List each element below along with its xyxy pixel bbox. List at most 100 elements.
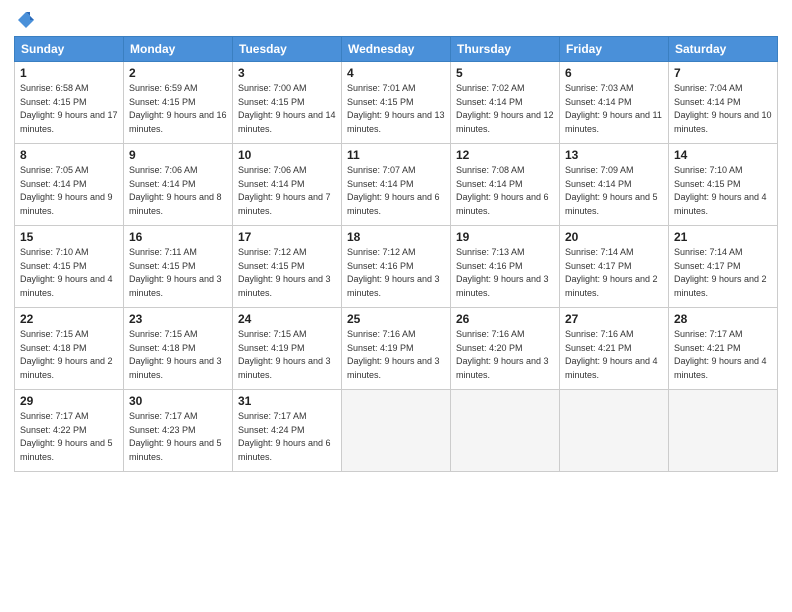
calendar-cell — [560, 390, 669, 472]
day-info: Sunrise: 7:06 AMSunset: 4:14 PMDaylight:… — [238, 164, 336, 218]
day-header-sunday: Sunday — [15, 37, 124, 62]
calendar-cell: 23 Sunrise: 7:15 AMSunset: 4:18 PMDayligh… — [124, 308, 233, 390]
day-number: 14 — [674, 148, 772, 162]
day-number: 4 — [347, 66, 445, 80]
calendar-cell: 1Sunrise: 6:58 AMSunset: 4:15 PMDaylight… — [15, 62, 124, 144]
day-info: Sunrise: 7:17 AMSunset: 4:21 PMDaylight:… — [674, 328, 772, 382]
day-header-saturday: Saturday — [669, 37, 778, 62]
day-number: 19 — [456, 230, 554, 244]
day-info: Sunrise: 7:04 AMSunset: 4:14 PMDaylight:… — [674, 82, 772, 136]
day-info: Sunrise: 7:15 AMSunset: 4:19 PMDaylight:… — [238, 328, 336, 382]
calendar-header-row: SundayMondayTuesdayWednesdayThursdayFrid… — [15, 37, 778, 62]
calendar-cell: 22Sunrise: 7:15 AMSunset: 4:18 PMDayligh… — [15, 308, 124, 390]
day-info: Sunrise: 7:17 AMSunset: 4:24 PMDaylight:… — [238, 410, 336, 464]
day-header-friday: Friday — [560, 37, 669, 62]
day-header-wednesday: Wednesday — [342, 37, 451, 62]
day-number: 7 — [674, 66, 772, 80]
calendar-cell: 6 Sunrise: 7:03 AMSunset: 4:14 PMDaylight… — [560, 62, 669, 144]
day-info: Sunrise: 7:06 AMSunset: 4:14 PMDaylight:… — [129, 164, 227, 218]
calendar-cell: 5 Sunrise: 7:02 AMSunset: 4:14 PMDaylight… — [451, 62, 560, 144]
calendar-cell: 3 Sunrise: 7:00 AMSunset: 4:15 PMDaylight… — [233, 62, 342, 144]
day-info: Sunrise: 7:07 AMSunset: 4:14 PMDaylight:… — [347, 164, 445, 218]
day-info: Sunrise: 7:02 AMSunset: 4:14 PMDaylight:… — [456, 82, 554, 136]
day-info: Sunrise: 7:14 AMSunset: 4:17 PMDaylight:… — [674, 246, 772, 300]
calendar-cell: 7 Sunrise: 7:04 AMSunset: 4:14 PMDaylight… — [669, 62, 778, 144]
day-info: Sunrise: 7:16 AMSunset: 4:20 PMDaylight:… — [456, 328, 554, 382]
calendar-cell: 8 Sunrise: 7:05 AMSunset: 4:14 PMDaylight… — [15, 144, 124, 226]
day-info: Sunrise: 7:11 AMSunset: 4:15 PMDaylight:… — [129, 246, 227, 300]
day-number: 27 — [565, 312, 663, 326]
calendar-cell: 30 Sunrise: 7:17 AMSunset: 4:23 PMDayligh… — [124, 390, 233, 472]
day-info: Sunrise: 7:03 AMSunset: 4:14 PMDaylight:… — [565, 82, 663, 136]
day-info: Sunrise: 7:17 AMSunset: 4:23 PMDaylight:… — [129, 410, 227, 464]
calendar-cell: 26 Sunrise: 7:16 AMSunset: 4:20 PMDayligh… — [451, 308, 560, 390]
logo — [14, 10, 36, 30]
calendar-cell: 29 Sunrise: 7:17 AMSunset: 4:22 PMDayligh… — [15, 390, 124, 472]
day-info: Sunrise: 7:12 AMSunset: 4:15 PMDaylight:… — [238, 246, 336, 300]
calendar-table: SundayMondayTuesdayWednesdayThursdayFrid… — [14, 36, 778, 472]
day-info: Sunrise: 7:00 AMSunset: 4:15 PMDaylight:… — [238, 82, 336, 136]
calendar-cell: 31 Sunrise: 7:17 AMSunset: 4:24 PMDayligh… — [233, 390, 342, 472]
day-number: 13 — [565, 148, 663, 162]
day-info: Sunrise: 7:15 AMSunset: 4:18 PMDaylight:… — [129, 328, 227, 382]
day-number: 3 — [238, 66, 336, 80]
calendar-cell: 10 Sunrise: 7:06 AMSunset: 4:14 PMDayligh… — [233, 144, 342, 226]
day-number: 23 — [129, 312, 227, 326]
day-info: Sunrise: 7:05 AMSunset: 4:14 PMDaylight:… — [20, 164, 118, 218]
calendar-week-5: 29 Sunrise: 7:17 AMSunset: 4:22 PMDayligh… — [15, 390, 778, 472]
day-number: 30 — [129, 394, 227, 408]
day-info: Sunrise: 7:10 AMSunset: 4:15 PMDaylight:… — [674, 164, 772, 218]
day-number: 29 — [20, 394, 118, 408]
day-number: 28 — [674, 312, 772, 326]
calendar-cell — [669, 390, 778, 472]
page-header — [14, 10, 778, 30]
calendar-cell: 19 Sunrise: 7:13 AMSunset: 4:16 PMDayligh… — [451, 226, 560, 308]
calendar-cell: 28 Sunrise: 7:17 AMSunset: 4:21 PMDayligh… — [669, 308, 778, 390]
day-info: Sunrise: 7:17 AMSunset: 4:22 PMDaylight:… — [20, 410, 118, 464]
day-number: 9 — [129, 148, 227, 162]
calendar-cell: 24Sunrise: 7:15 AMSunset: 4:19 PMDayligh… — [233, 308, 342, 390]
calendar-cell: 20Sunrise: 7:14 AMSunset: 4:17 PMDayligh… — [560, 226, 669, 308]
calendar-cell: 18Sunrise: 7:12 AMSunset: 4:16 PMDayligh… — [342, 226, 451, 308]
day-number: 16 — [129, 230, 227, 244]
calendar-cell: 13 Sunrise: 7:09 AMSunset: 4:14 PMDayligh… — [560, 144, 669, 226]
day-info: Sunrise: 7:08 AMSunset: 4:14 PMDaylight:… — [456, 164, 554, 218]
calendar-cell: 25Sunrise: 7:16 AMSunset: 4:19 PMDayligh… — [342, 308, 451, 390]
day-number: 17 — [238, 230, 336, 244]
day-number: 22 — [20, 312, 118, 326]
calendar-cell: 17 Sunrise: 7:12 AMSunset: 4:15 PMDayligh… — [233, 226, 342, 308]
day-number: 31 — [238, 394, 336, 408]
day-info: Sunrise: 7:10 AMSunset: 4:15 PMDaylight:… — [20, 246, 118, 300]
day-number: 6 — [565, 66, 663, 80]
day-number: 5 — [456, 66, 554, 80]
day-number: 20 — [565, 230, 663, 244]
day-number: 2 — [129, 66, 227, 80]
calendar-cell — [451, 390, 560, 472]
calendar-cell: 14 Sunrise: 7:10 AMSunset: 4:15 PMDayligh… — [669, 144, 778, 226]
logo-icon — [16, 10, 36, 30]
day-info: Sunrise: 7:13 AMSunset: 4:16 PMDaylight:… — [456, 246, 554, 300]
day-number: 18 — [347, 230, 445, 244]
day-header-thursday: Thursday — [451, 37, 560, 62]
calendar-cell: 2Sunrise: 6:59 AMSunset: 4:15 PMDaylight… — [124, 62, 233, 144]
day-info: Sunrise: 7:09 AMSunset: 4:14 PMDaylight:… — [565, 164, 663, 218]
calendar-cell: 27 Sunrise: 7:16 AMSunset: 4:21 PMDayligh… — [560, 308, 669, 390]
calendar-cell: 21 Sunrise: 7:14 AMSunset: 4:17 PMDayligh… — [669, 226, 778, 308]
day-header-tuesday: Tuesday — [233, 37, 342, 62]
day-number: 8 — [20, 148, 118, 162]
calendar-cell: 16 Sunrise: 7:11 AMSunset: 4:15 PMDayligh… — [124, 226, 233, 308]
day-info: Sunrise: 7:16 AMSunset: 4:21 PMDaylight:… — [565, 328, 663, 382]
day-number: 11 — [347, 148, 445, 162]
calendar-week-1: 1Sunrise: 6:58 AMSunset: 4:15 PMDaylight… — [15, 62, 778, 144]
calendar-week-2: 8 Sunrise: 7:05 AMSunset: 4:14 PMDaylight… — [15, 144, 778, 226]
day-number: 21 — [674, 230, 772, 244]
day-header-monday: Monday — [124, 37, 233, 62]
day-number: 26 — [456, 312, 554, 326]
calendar-cell: 11 Sunrise: 7:07 AMSunset: 4:14 PMDayligh… — [342, 144, 451, 226]
day-number: 10 — [238, 148, 336, 162]
calendar-cell: 15Sunrise: 7:10 AMSunset: 4:15 PMDayligh… — [15, 226, 124, 308]
day-info: Sunrise: 7:16 AMSunset: 4:19 PMDaylight:… — [347, 328, 445, 382]
day-number: 12 — [456, 148, 554, 162]
page-container: SundayMondayTuesdayWednesdayThursdayFrid… — [0, 0, 792, 612]
calendar-cell: 9 Sunrise: 7:06 AMSunset: 4:14 PMDaylight… — [124, 144, 233, 226]
